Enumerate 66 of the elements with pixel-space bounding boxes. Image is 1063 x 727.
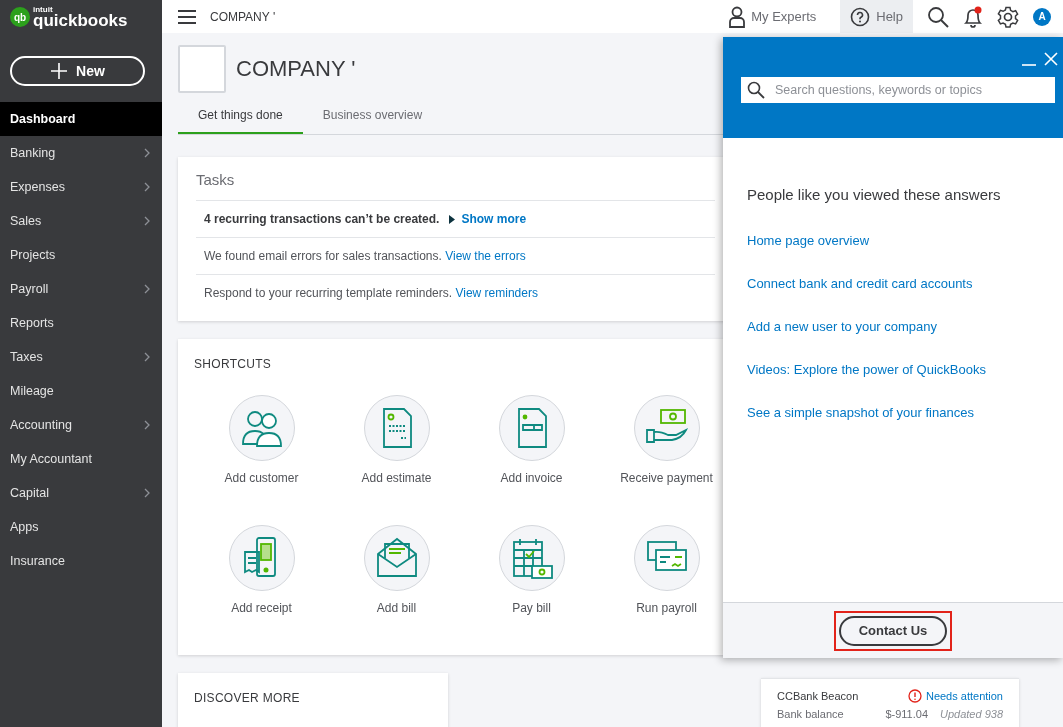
tab[interactable]: Get things done <box>178 101 303 134</box>
task-link[interactable]: View the errors <box>445 249 526 263</box>
bank-name: CCBank Beacon <box>777 690 859 702</box>
help-heading: People like you viewed these answers <box>747 186 1002 203</box>
logo-wordmark: quickbooks <box>33 11 128 29</box>
updated-text: Updated 938 <box>940 708 1003 720</box>
sidebar-item[interactable]: Projects <box>0 238 162 272</box>
sidebar-item[interactable]: Reports <box>0 306 162 340</box>
search-field[interactable]: Search questions, keywords or topics <box>741 77 1055 103</box>
sidebar-item[interactable]: Payroll <box>0 272 162 306</box>
question-icon <box>850 6 871 27</box>
envelope-icon <box>374 536 419 580</box>
sidebar-item[interactable]: Capital <box>0 476 162 510</box>
contact-us-button[interactable]: Contact Us <box>838 615 948 646</box>
sidebar-item[interactable]: Taxes <box>0 340 162 374</box>
search-icon[interactable] <box>927 5 949 28</box>
sidebar-item[interactable]: Banking <box>0 136 162 170</box>
needs-attention-link[interactable]: Needs attention <box>925 690 1003 702</box>
shortcut-label: Add bill <box>376 601 417 615</box>
menu-icon[interactable] <box>178 9 196 24</box>
task-text: 4 recurring transactions can’t be created. <box>204 212 440 226</box>
settings-icon[interactable] <box>997 5 1019 28</box>
help-article-link[interactable]: Add a new user to your company <box>747 319 1039 334</box>
balance-amount: $-911.04 <box>885 708 928 720</box>
company-name: COMPANY ' <box>210 9 276 24</box>
sidebar-item[interactable]: Insurance <box>0 544 162 578</box>
warning-icon <box>907 689 922 703</box>
user-avatar[interactable]: A <box>1033 7 1051 26</box>
card-title: Tasks <box>196 171 236 188</box>
person-icon <box>729 5 746 28</box>
sidebar-item[interactable]: Mileage <box>0 374 162 408</box>
logo-intuit: intuit <box>33 5 54 14</box>
help-button[interactable]: Help <box>840 0 913 33</box>
my-experts-button[interactable]: My Experts <box>719 0 827 33</box>
tab[interactable]: Business overview <box>302 101 443 134</box>
shortcut-label: Receive payment <box>620 471 713 485</box>
sidebar-item[interactable]: Sales <box>0 204 162 238</box>
shortcut-label: Add estimate <box>361 471 432 485</box>
logo-badge: qb <box>10 7 30 27</box>
help-article-link[interactable]: Videos: Explore the power of QuickBooks <box>747 362 1039 377</box>
balance-label: Bank balance <box>777 708 844 720</box>
help-article-link[interactable]: See a simple snapshot of your finances <box>747 405 1039 420</box>
close-icon[interactable] <box>1043 51 1059 67</box>
sidebar-item[interactable]: Expenses <box>0 170 162 204</box>
card-title: SHORTCUTS <box>194 357 273 371</box>
shortcut-label: Add customer <box>224 471 299 485</box>
shortcut-label: Pay bill <box>512 601 551 615</box>
card-title: DISCOVER MORE <box>194 691 301 705</box>
task-text: Respond to your recurring template reminders. View reminders <box>204 286 538 300</box>
help-article-link[interactable]: Connect bank and credit card accounts <box>747 276 1039 291</box>
sidebar-item[interactable]: Dashboard <box>0 102 162 136</box>
new-button[interactable]: New <box>10 56 145 86</box>
company-title: COMPANY ' <box>236 56 356 82</box>
task-link[interactable]: View reminders <box>455 286 538 300</box>
sidebar-item[interactable]: My Accountant <box>0 442 162 476</box>
task-text: We found email errors for sales transactions. View the errors <box>204 249 526 263</box>
sidebar-item[interactable]: Accounting <box>0 408 162 442</box>
plus-icon <box>50 62 69 80</box>
sidebar-item[interactable]: Apps <box>0 510 162 544</box>
bell-icon[interactable] <box>963 5 983 28</box>
help-article-link[interactable]: Home page overview <box>747 233 1039 248</box>
shortcut-label: Add invoice <box>500 471 563 485</box>
shortcut-label: Add receipt <box>231 601 292 615</box>
shortcut-label: Run payroll <box>636 601 697 615</box>
show-more-link[interactable]: Show more <box>461 212 527 226</box>
triangle-right-icon <box>449 214 456 224</box>
